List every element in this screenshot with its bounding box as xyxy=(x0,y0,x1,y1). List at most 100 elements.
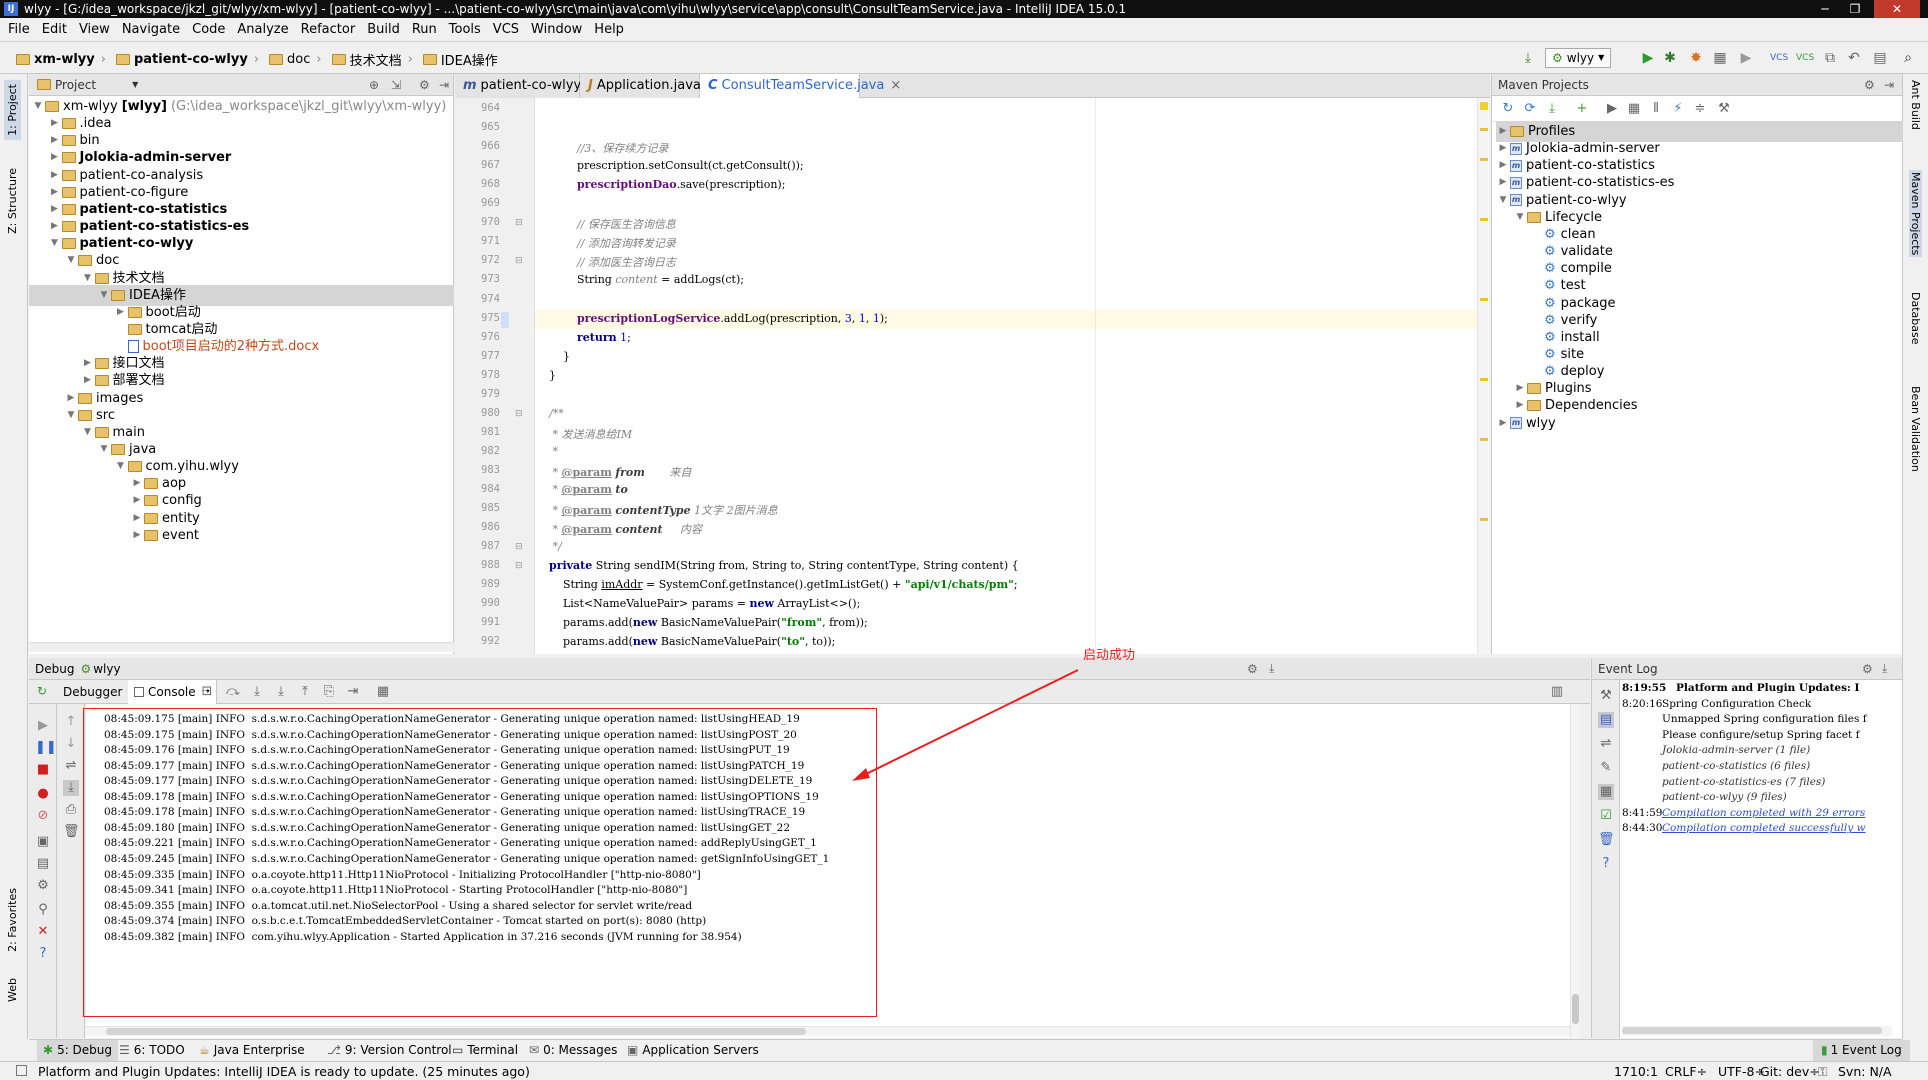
chevron-down-icon[interactable]: ▼ xyxy=(64,250,78,271)
edit-icon[interactable]: ✎ xyxy=(1598,760,1614,776)
debug-icon[interactable]: ✱ xyxy=(1662,50,1678,66)
status-message[interactable]: Platform and Plugin Updates: IntelliJ ID… xyxy=(38,1064,530,1079)
menu-build[interactable]: Build xyxy=(367,22,400,37)
debug-config-name[interactable]: wlyy xyxy=(93,662,120,676)
drop-frame-icon[interactable]: ⎘ xyxy=(321,684,337,700)
scroll-from-source-icon[interactable]: ⊕ xyxy=(369,78,379,92)
chevron-down-icon[interactable]: ▼ xyxy=(48,233,62,254)
build-icon[interactable]: ⤓ xyxy=(1520,50,1536,66)
menu-window[interactable]: Window xyxy=(531,22,582,37)
hide-icon[interactable]: ⤓ xyxy=(1269,661,1274,676)
scroll-to-end-icon[interactable]: ⤓ xyxy=(63,780,79,796)
vcs-commit-icon[interactable]: VCS xyxy=(1796,50,1814,66)
line-separator[interactable]: CRLF÷ xyxy=(1665,1064,1707,1079)
help-icon[interactable]: ? xyxy=(35,946,51,962)
bottom-tab[interactable]: ☕ Java Enterprise xyxy=(199,1043,305,1057)
menu-analyze[interactable]: Analyze xyxy=(237,22,288,37)
soft-wrap-icon[interactable]: ⇌ xyxy=(1598,736,1614,752)
camera-icon[interactable]: ▣ xyxy=(35,834,51,850)
menu-vcs[interactable]: VCS xyxy=(493,22,519,37)
chevron-down-icon[interactable]: ▼ xyxy=(114,456,128,477)
debugger-tab[interactable]: Debugger xyxy=(57,680,130,704)
editor-error-stripe[interactable] xyxy=(1477,98,1490,654)
show-execution-point-icon[interactable]: ⊡ xyxy=(199,684,215,700)
menu-run[interactable]: Run xyxy=(412,22,437,37)
bottom-tab[interactable]: ✉ 0: Messages xyxy=(529,1043,617,1057)
event-link[interactable]: Compilation completed with 29 errors xyxy=(1662,807,1865,819)
project-structure-icon[interactable]: ▤ xyxy=(1872,50,1888,66)
menu-view[interactable]: View xyxy=(79,22,110,37)
skip-tests-icon[interactable]: ⚡ xyxy=(1670,101,1686,117)
profile-icon[interactable]: ▦ xyxy=(1712,50,1728,66)
scrollbar-thumb[interactable] xyxy=(1572,994,1579,1024)
hide-icon[interactable]: ⤓ xyxy=(1882,661,1887,676)
chevron-right-icon[interactable]: ▶ xyxy=(1496,413,1510,434)
compare-icon[interactable]: ⧉ xyxy=(1822,50,1838,66)
chevron-down-icon[interactable]: ▼ xyxy=(1513,207,1527,228)
stop-icon[interactable]: ■ xyxy=(35,762,51,778)
editor-tab[interactable]: JApplication.java× xyxy=(580,74,718,98)
step-out-icon[interactable]: ⤒ xyxy=(297,684,313,700)
chevron-down-icon[interactable]: ▼ xyxy=(1496,190,1510,211)
horizontal-scrollbar[interactable] xyxy=(29,642,454,652)
settings-icon[interactable]: ⚒ xyxy=(1716,101,1732,117)
down-icon[interactable]: ↓ xyxy=(63,736,79,752)
fold-icon[interactable]: ⊟ xyxy=(515,542,523,552)
project-tree-item[interactable]: ▶ event xyxy=(130,525,200,546)
step-into-icon[interactable]: ⤓ xyxy=(249,684,265,700)
bottom-tab[interactable]: ✱ 5: Debug xyxy=(37,1040,119,1061)
gear-icon[interactable]: ⚙ xyxy=(1864,78,1875,92)
breadcrumb-item[interactable]: 技术文档 › xyxy=(331,50,417,69)
collapse-all-icon[interactable]: ⇲ xyxy=(391,78,401,92)
project-tree-item[interactable]: ▼ IDEA操作 xyxy=(29,284,454,306)
menu-code[interactable]: Code xyxy=(192,22,225,37)
menu-refactor[interactable]: Refactor xyxy=(301,22,356,37)
menu-edit[interactable]: Edit xyxy=(42,22,67,37)
minimize-button[interactable]: ─ xyxy=(1810,0,1840,18)
search-icon[interactable]: ⌕ xyxy=(1900,50,1916,66)
bottom-tab[interactable]: ⎇ 9: Version Control xyxy=(327,1043,452,1057)
hide-icon[interactable]: ⇥ xyxy=(439,78,449,92)
revert-icon[interactable]: ↶ xyxy=(1846,50,1862,66)
horizontal-scrollbar[interactable] xyxy=(86,1026,1570,1036)
step-over-icon[interactable]: ⤼ xyxy=(225,684,241,700)
close-icon[interactable]: ✕ xyxy=(35,924,51,940)
collapse-icon[interactable]: ≑ xyxy=(1692,101,1708,117)
run-config-selector[interactable]: ⚙ wlyy ▼ xyxy=(1545,48,1612,68)
database-tool-tab[interactable]: Database xyxy=(1909,292,1922,345)
bean-validation-tool-tab[interactable]: Bean Validation xyxy=(1909,386,1922,472)
scrollbar-thumb[interactable] xyxy=(1622,1027,1882,1034)
scrollbar-thumb[interactable] xyxy=(106,1028,806,1035)
stop-icon[interactable]: ▶ xyxy=(1738,50,1754,66)
chevron-down-icon[interactable]: ▼ xyxy=(64,405,78,426)
pause-icon[interactable]: ❚❚ xyxy=(35,740,57,756)
console-output[interactable]: 08:45:09.175 [main] INFO s.d.s.w.r.o.Cac… xyxy=(86,704,1580,1038)
lock-icon[interactable]: ⚿ xyxy=(1818,1064,1828,1080)
help-icon[interactable]: ? xyxy=(1598,856,1614,872)
git-branch[interactable]: Git: dev÷ xyxy=(1760,1064,1820,1079)
evaluate-icon[interactable]: ▦ xyxy=(375,684,391,700)
vcs-update-icon[interactable]: VCS xyxy=(1770,50,1788,66)
menu-help[interactable]: Help xyxy=(594,22,624,37)
gear-icon[interactable]: ⚙ xyxy=(1862,662,1873,676)
add-icon[interactable]: + xyxy=(1574,101,1590,117)
bottom-tab[interactable]: ▭ Terminal xyxy=(452,1043,518,1057)
bottom-tab[interactable]: ☰ 6: TODO xyxy=(119,1043,185,1057)
chevron-down-icon[interactable]: ▼ xyxy=(81,422,95,443)
event-log-tool-tab[interactable]: ▮ 1 Event Log xyxy=(1813,1040,1910,1061)
resume-icon[interactable]: ▶ xyxy=(35,718,51,734)
editor-tab[interactable]: C ConsultTeamService.java × xyxy=(700,74,901,98)
soft-wrap-icon[interactable]: ⇌ xyxy=(63,758,79,774)
favorites-tool-tab[interactable]: 2: Favorites xyxy=(4,884,21,956)
web-tool-tab[interactable]: Web xyxy=(4,974,21,1006)
close-tab-icon[interactable]: × xyxy=(890,78,901,93)
maven-tree-item[interactable]: ▶ m wlyy xyxy=(1496,413,1556,434)
ant-build-tool-tab[interactable]: Ant Build xyxy=(1909,80,1922,130)
editor-tab[interactable]: mpatient-co-wlyy× xyxy=(455,74,598,98)
menu-tools[interactable]: Tools xyxy=(449,22,481,37)
pin-icon[interactable]: ⚲ xyxy=(35,902,51,918)
print-icon[interactable]: ⎙ xyxy=(63,802,79,818)
coverage-icon[interactable]: ✸ xyxy=(1688,50,1704,66)
clear-all-icon[interactable]: 🗑 xyxy=(1598,832,1615,848)
execute-goal-icon[interactable]: ▦ xyxy=(1626,101,1642,117)
